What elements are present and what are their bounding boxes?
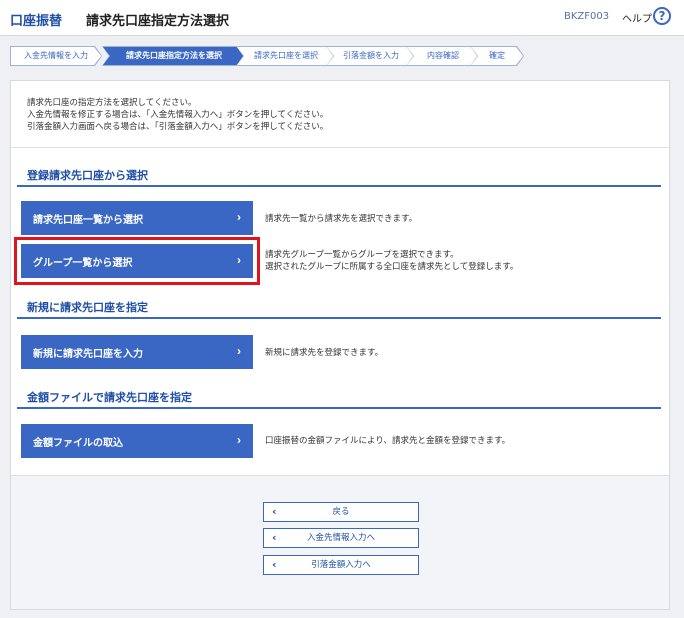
step-input-amount: 引落金額を入力: [327, 47, 415, 65]
section-underline: [17, 185, 661, 187]
chevron-right-icon: ›: [237, 210, 241, 224]
step-confirm: 内容確認: [407, 47, 479, 65]
section-underline: [17, 407, 661, 409]
help-link[interactable]: ヘルプ: [622, 10, 652, 25]
button-label: 金額ファイルの取込: [33, 437, 123, 449]
new-account-input-button[interactable]: 新規に請求先口座を入力 ›: [21, 335, 253, 369]
chevron-left-icon: ‹: [272, 558, 277, 571]
main-panel: 請求先口座の指定方法を選択してください。 入金先情報を修正する場合は、「入金先情…: [10, 80, 670, 610]
chevron-left-icon: ‹: [272, 531, 277, 544]
step-select-account: 請求先口座を選択: [237, 47, 335, 65]
description-line: 選択されたグループに所属する全口座を請求先として登録します。: [265, 262, 519, 272]
import-amount-file-button[interactable]: 金額ファイルの取込 ›: [21, 424, 253, 458]
instructions: 請求先口座の指定方法を選択してください。 入金先情報を修正する場合は、「入金先情…: [27, 97, 328, 133]
service-name: 口座振替: [10, 14, 63, 29]
section-title-registered: 登録請求先口座から選択: [27, 169, 148, 182]
chevron-left-icon: ‹: [272, 505, 277, 518]
section-title-new: 新規に請求先口座を指定: [27, 301, 148, 314]
button-label: 請求先口座一覧から選択: [33, 214, 143, 226]
step-input-deposit: 入金先情報を入力: [11, 47, 101, 65]
button-label: グループ一覧から選択: [33, 257, 133, 269]
screen-id: BKZF003: [564, 11, 610, 22]
button-area: ‹ 戻る ‹ 入金先情報入力へ ‹ 引落金額入力へ: [11, 476, 669, 609]
help-icon[interactable]: ?: [653, 7, 671, 25]
instruction-line: 請求先口座の指定方法を選択してください。: [27, 98, 197, 108]
amount-file-description: 口座振替の金額ファイルにより、請求先と金額を登録できます。: [265, 436, 511, 446]
page-title: 請求先口座指定方法選択: [86, 14, 230, 29]
back-button[interactable]: ‹ 戻る: [263, 502, 419, 522]
progress-steps: 入金先情報を入力 請求先口座指定方法を選択 請求先口座を選択 引落金額を入力 内…: [10, 46, 530, 66]
chevron-right-icon: ›: [237, 433, 241, 447]
button-label: 引落金額入力へ: [311, 560, 371, 570]
chevron-right-icon: ›: [237, 344, 241, 358]
step-select-method: 請求先口座指定方法を選択: [103, 47, 245, 65]
account-list-description: 請求先一覧から請求先を選択できます。: [265, 214, 418, 224]
chevron-right-icon: ›: [237, 253, 241, 267]
button-label: 入金先情報入力へ: [306, 533, 375, 543]
new-account-description: 新規に請求先を登録できます。: [265, 348, 384, 358]
section-title-file: 金額ファイルで請求先口座を指定: [27, 391, 192, 404]
divider: [11, 147, 669, 148]
to-deposit-info-button[interactable]: ‹ 入金先情報入力へ: [263, 528, 419, 548]
to-amount-input-button[interactable]: ‹ 引落金額入力へ: [263, 555, 419, 575]
select-from-account-list-button[interactable]: 請求先口座一覧から選択 ›: [21, 201, 253, 235]
app-header: 口座振替 請求先口座指定方法選択 BKZF003 ヘルプ ?: [0, 0, 684, 36]
group-list-description: 請求先グループ一覧からグループを選択できます。 選択されたグループに所属する全口…: [265, 249, 518, 273]
instruction-line: 引落金額入力画面へ戻る場合は、「引落金額入力へ」ボタンを押してください。: [27, 122, 329, 132]
select-from-group-list-button[interactable]: グループ一覧から選択 ›: [21, 244, 253, 278]
button-label: 新規に請求先口座を入力: [33, 348, 143, 360]
section-underline: [17, 317, 661, 319]
button-label: 戻る: [332, 507, 350, 517]
description-line: 請求先グループ一覧からグループを選択できます。: [265, 250, 459, 260]
step-complete: 確定: [471, 47, 523, 65]
instruction-line: 入金先情報を修正する場合は、「入金先情報入力へ」ボタンを押してください。: [27, 110, 329, 120]
